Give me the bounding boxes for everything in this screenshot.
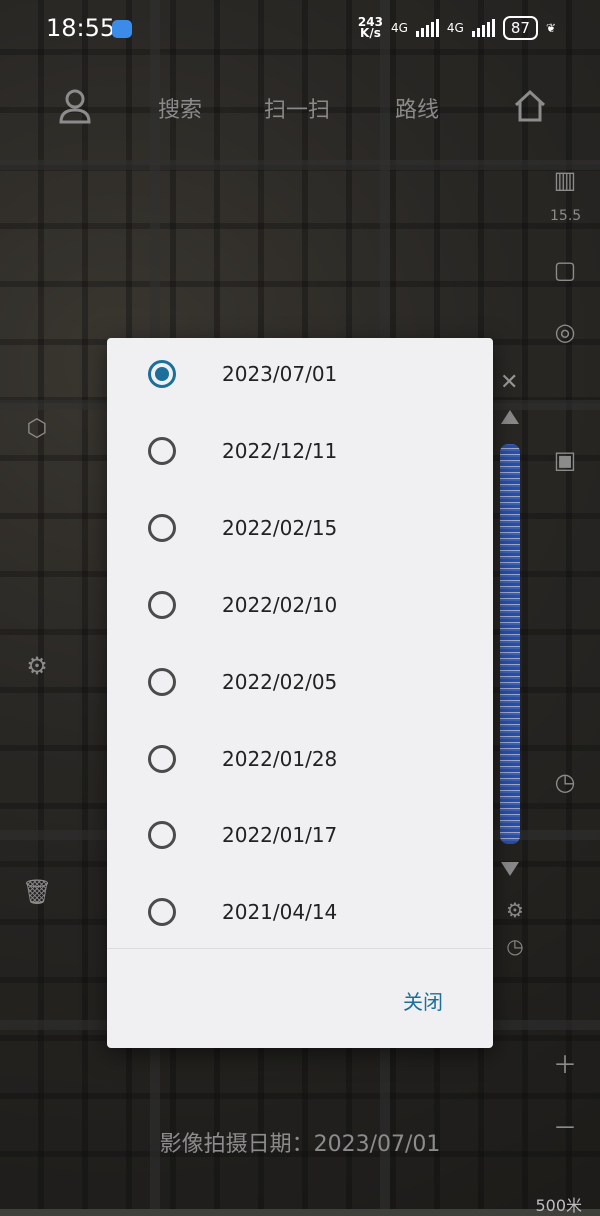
nav-route[interactable]: 路线	[395, 92, 439, 124]
status-bar: 18:55 243 K/s 4G 4G 87 ❦	[0, 0, 600, 58]
date-option-label: 2022/02/05	[222, 670, 338, 694]
map-layers-icon[interactable]: ▥	[550, 166, 580, 196]
zoom-in-icon[interactable]: ＋	[550, 1045, 580, 1079]
leaf-icon: ❦	[545, 21, 556, 35]
trash-icon[interactable]: 🗑	[22, 878, 52, 908]
radio-unselected-icon[interactable]	[148, 821, 176, 849]
home-icon[interactable]	[512, 88, 548, 131]
user-profile-icon[interactable]	[58, 88, 92, 131]
location-settings-icon[interactable]: ⚙	[22, 652, 52, 682]
frame-icon[interactable]: ▢	[550, 256, 580, 286]
timeline-up-icon[interactable]	[501, 410, 519, 424]
radio-unselected-icon[interactable]	[148, 514, 176, 542]
date-option[interactable]: 2022/01/28	[107, 723, 493, 799]
date-option-label: 2022/02/10	[222, 593, 338, 617]
screenshot-icon[interactable]: ▣	[550, 446, 580, 476]
date-option-label: 2022/01/28	[222, 747, 338, 771]
top-navigation: 搜索 扫一扫 路线	[0, 80, 600, 140]
notification-app-icon	[112, 20, 132, 38]
radio-unselected-icon[interactable]	[148, 591, 176, 619]
date-option-label: 2021/04/14	[222, 900, 338, 924]
date-option[interactable]: 2021/04/14	[107, 876, 493, 952]
radio-unselected-icon[interactable]	[148, 437, 176, 465]
signal-strength-1-icon	[415, 19, 439, 37]
date-option[interactable]: 2022/02/10	[107, 569, 493, 645]
3d-box-icon[interactable]: ⬡	[22, 414, 52, 444]
map-scale: 500米	[535, 1196, 582, 1215]
history-clock-icon[interactable]: ◷	[550, 768, 580, 798]
radio-unselected-icon[interactable]	[148, 745, 176, 773]
signal-1-label: 4G	[390, 21, 408, 35]
date-option-label: 2022/02/15	[222, 516, 338, 540]
settings-icon[interactable]: ⚙	[500, 898, 530, 928]
clock: 18:55	[46, 14, 116, 42]
date-option[interactable]: 2022/12/11	[107, 415, 493, 491]
close-button[interactable]: 关闭	[403, 986, 443, 1015]
dialog-divider	[107, 948, 493, 949]
status-icons: 243 K/s 4G 4G 87 ❦	[358, 16, 556, 40]
camera-icon[interactable]: ◎	[550, 318, 580, 348]
date-option-label: 2022/12/11	[222, 439, 338, 463]
nav-scan[interactable]: 扫一扫	[264, 92, 330, 124]
zoom-level: 15.5	[550, 208, 582, 224]
date-option[interactable]: 2023/07/01	[107, 338, 493, 414]
signal-2-label: 4G	[446, 21, 464, 35]
battery-level: 87	[502, 16, 538, 40]
date-select-dialog: 2023/07/01 2022/12/11 2022/02/15 2022/02…	[107, 338, 493, 1048]
timeline-slider[interactable]	[500, 444, 520, 844]
clock-icon[interactable]: ◷	[500, 934, 530, 964]
radio-selected-icon[interactable]	[148, 360, 176, 388]
date-option[interactable]: 2022/02/05	[107, 646, 493, 722]
timeline-down-icon[interactable]	[501, 862, 519, 876]
signal-strength-2-icon	[471, 19, 495, 37]
radio-unselected-icon[interactable]	[148, 668, 176, 696]
network-speed: 243 K/s	[357, 15, 383, 40]
capture-date-label: 影像拍摄日期：2023/07/01	[159, 1132, 441, 1157]
date-option-label: 2023/07/01	[222, 362, 338, 386]
date-option-label: 2022/01/17	[222, 823, 338, 847]
date-option[interactable]: 2022/01/17	[107, 799, 493, 875]
nav-search[interactable]: 搜索	[158, 92, 202, 124]
close-timeline-icon[interactable]: ✕	[500, 370, 518, 395]
date-option[interactable]: 2022/02/15	[107, 492, 493, 568]
radio-unselected-icon[interactable]	[148, 898, 176, 926]
